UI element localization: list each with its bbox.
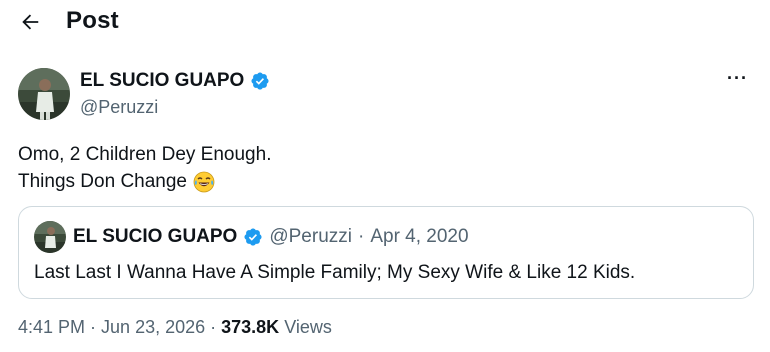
post-meta: 4:41 PM · Jun 23, 2026 · 373.8K Views bbox=[18, 317, 332, 338]
quoted-display-name[interactable]: EL SUCIO GUAPO bbox=[73, 226, 237, 248]
post-text-line: Omo, 2 Children Dey Enough. bbox=[18, 141, 271, 168]
author-name-row: EL SUCIO GUAPO bbox=[80, 70, 270, 92]
quoted-separator: · bbox=[358, 226, 365, 247]
post-date[interactable]: Jun 23, 2026 bbox=[101, 317, 205, 338]
quoted-date[interactable]: Apr 4, 2020 bbox=[370, 226, 468, 248]
more-horizontal-icon: ··· bbox=[727, 68, 748, 88]
back-button[interactable] bbox=[16, 8, 44, 36]
quoted-text: Last Last I Wanna Have A Simple Family; … bbox=[34, 262, 636, 283]
quoted-avatar[interactable] bbox=[34, 221, 66, 253]
post-text-line: Things Don Change bbox=[18, 168, 271, 195]
meta-separator: · bbox=[210, 317, 217, 337]
post-time[interactable]: 4:41 PM bbox=[18, 317, 85, 338]
verified-badge-icon bbox=[251, 72, 269, 90]
quoted-post[interactable]: EL SUCIO GUAPO @Peruzzi · Apr 4, 2020 La… bbox=[18, 206, 754, 299]
author-handle[interactable]: @Peruzzi bbox=[80, 97, 158, 118]
post-author: EL SUCIO GUAPO @Peruzzi ··· bbox=[18, 68, 758, 128]
quoted-header: EL SUCIO GUAPO @Peruzzi · Apr 4, 2020 bbox=[73, 226, 469, 248]
page-header: Post bbox=[0, 0, 770, 44]
post-text: Omo, 2 Children Dey Enough. Things Don C… bbox=[18, 141, 271, 195]
more-options-button[interactable]: ··· bbox=[727, 68, 748, 89]
arrow-left-icon bbox=[22, 14, 39, 30]
avatar[interactable] bbox=[18, 68, 70, 120]
quoted-handle[interactable]: @Peruzzi bbox=[269, 226, 352, 248]
views-label: Views bbox=[284, 317, 332, 337]
author-display-name[interactable]: EL SUCIO GUAPO bbox=[80, 70, 244, 92]
views-count: 373.8K bbox=[221, 317, 280, 337]
post-text-line-2: Things Don Change bbox=[18, 171, 187, 192]
page-title: Post bbox=[66, 7, 119, 34]
meta-separator: · bbox=[90, 317, 97, 337]
verified-badge-icon bbox=[244, 228, 262, 246]
post-text-line-1: Omo, 2 Children Dey Enough. bbox=[18, 144, 272, 165]
tears-of-joy-emoji-icon bbox=[193, 171, 215, 192]
